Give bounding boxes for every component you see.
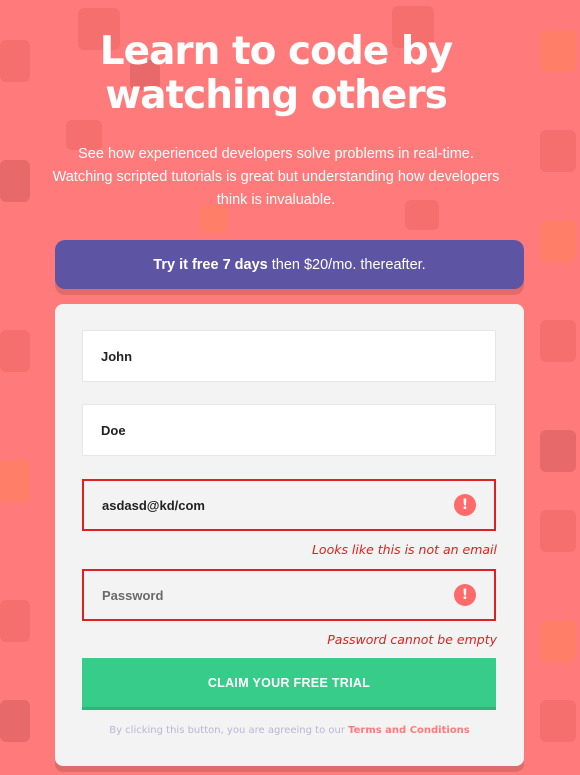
password-error-message: Password cannot be empty	[327, 632, 497, 647]
page-title: Learn to code by watching others	[0, 30, 552, 118]
email-input[interactable]	[102, 497, 442, 513]
title-line-1: Learn to code by	[99, 29, 453, 74]
last-name-input[interactable]	[101, 422, 441, 438]
title-line-2: watching others	[105, 73, 448, 118]
exclamation-circle-icon: !	[454, 584, 476, 606]
exclamation-circle-icon: !	[454, 494, 476, 516]
first-name-input[interactable]	[101, 348, 441, 364]
password-field[interactable]: !	[82, 569, 496, 621]
hero-description: See how experienced developers solve pro…	[52, 146, 500, 208]
terms-prefix: By clicking this button, you are agreein…	[109, 725, 345, 736]
claim-trial-button[interactable]: CLAIM YOUR FREE TRIAL	[82, 658, 496, 710]
password-input[interactable]	[102, 587, 442, 603]
first-name-field[interactable]	[82, 330, 496, 382]
page: Learn to code by watching others See how…	[0, 0, 580, 775]
banner-bold-text: Try it free 7 days	[153, 256, 268, 273]
email-error-message: Looks like this is not an email	[311, 542, 497, 557]
last-name-field[interactable]	[82, 404, 496, 456]
pricing-banner: Try it free 7 days then $20/mo. thereaft…	[55, 240, 524, 289]
email-field[interactable]: !	[82, 479, 496, 531]
signup-form: ! Looks like this is not an email ! Pass…	[55, 304, 524, 766]
terms-notice: By clicking this button, you are agreein…	[55, 725, 524, 736]
terms-link[interactable]: Terms and Conditions	[348, 725, 470, 736]
banner-rest-text: then $20/mo. thereafter.	[271, 256, 426, 273]
